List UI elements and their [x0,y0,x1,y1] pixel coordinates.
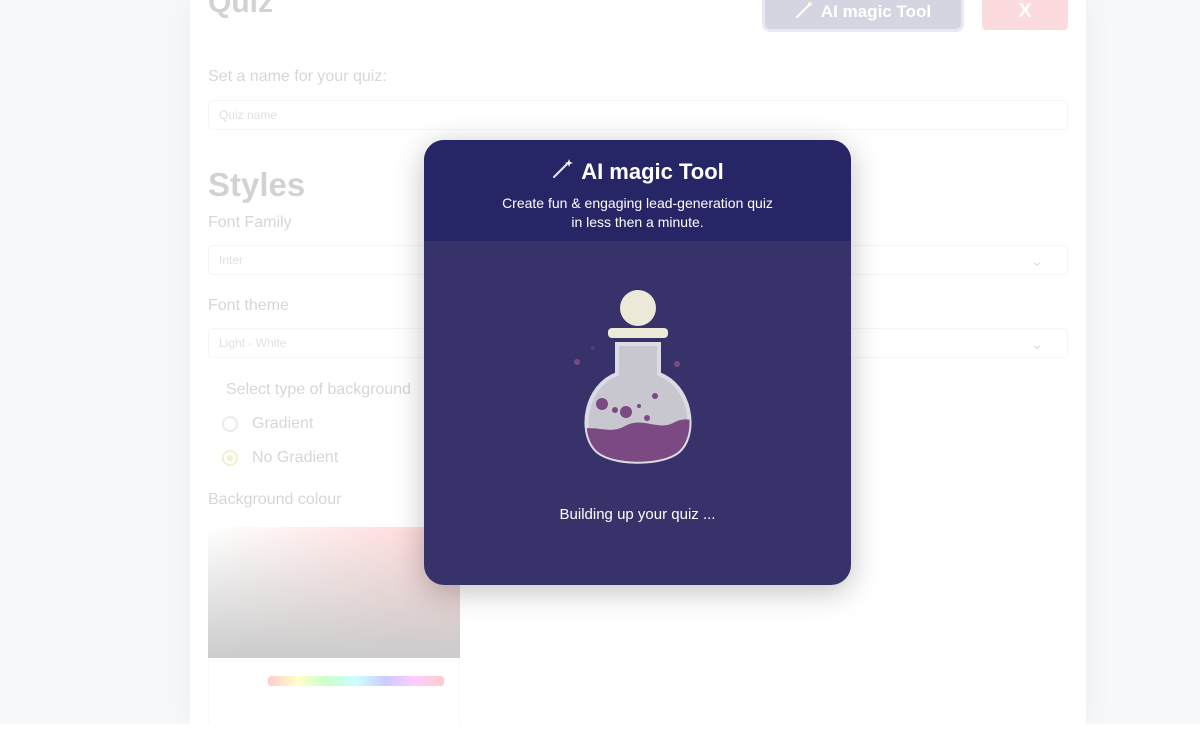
styles-heading: Styles [208,166,306,203]
radio-gradient[interactable]: Gradient [222,415,313,433]
potion-flask-illustration [563,286,713,481]
modal-title-text: AI magic Tool [581,159,724,184]
modal-subtitle: Create fun & engaging lead-generation qu… [424,194,851,232]
radio-button-selected[interactable] [222,450,238,466]
radio-button[interactable] [222,416,238,432]
chevron-down-icon: ⌄ [1031,336,1043,352]
modal-subtitle-line-1: Create fun & engaging lead-generation qu… [502,195,773,211]
font-family-value: Inter [219,253,244,267]
ai-magic-tool-button-label: AI magic Tool [820,2,932,21]
color-picker-saturation-area[interactable] [208,527,460,658]
loading-status-text: Building up your quiz ... [559,506,716,523]
page-footer [0,724,1200,750]
quiz-name-input[interactable]: Quiz name [208,100,1068,130]
radio-no-gradient[interactable]: No Gradient [222,449,338,467]
chevron-down-icon: ⌄ [1031,253,1043,269]
modal-subtitle-line-2: in less then a minute. [571,214,704,230]
quiz-name-label: Set a name for your quiz: [208,68,387,85]
magic-wand-icon [795,1,813,24]
color-picker-controls [208,658,460,724]
ai-magic-tool-modal: AI magic Tool Create fun & engaging lead… [424,140,851,585]
hue-slider[interactable] [268,676,444,686]
ai-magic-tool-button[interactable]: AI magic Tool [762,0,964,32]
modal-header: AI magic Tool Create fun & engaging lead… [424,140,851,241]
modal-title: AI magic Tool [424,140,851,186]
background-type-label: Select type of background [226,381,412,398]
radio-no-gradient-label: No Gradient [252,449,339,466]
font-theme-label: Font theme [208,297,289,314]
radio-gradient-label: Gradient [252,415,314,432]
font-theme-value: Light - White [219,336,287,350]
page-title: Quiz [208,0,273,19]
background-colour-label: Background colour [208,491,342,508]
magic-wand-icon [551,158,574,186]
close-button[interactable]: X [982,0,1068,30]
font-family-label: Font Family [208,214,292,231]
